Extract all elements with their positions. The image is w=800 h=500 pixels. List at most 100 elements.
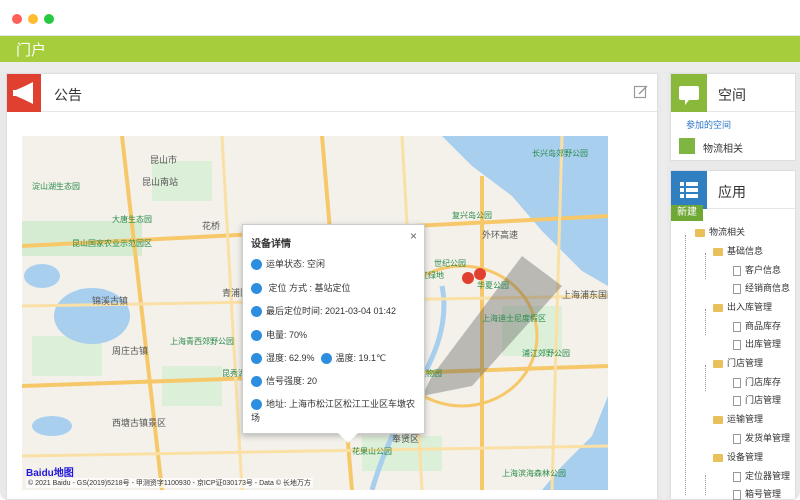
signal-text: 信号强度: 20 (266, 376, 318, 386)
space-item-logistics[interactable]: 物流相关 (679, 136, 791, 156)
new-button[interactable]: 新建 (671, 205, 703, 221)
svg-text:昆山市: 昆山市 (150, 154, 177, 165)
humidity-text: 湿度: 62.9% (266, 353, 315, 363)
tree-node-product-stock[interactable]: 商品库存 (733, 317, 781, 335)
last-time-text: 最后定位时间: 2021-03-04 01:42 (266, 306, 397, 316)
tree-node-store-mgmt[interactable]: 门店管理 (713, 354, 763, 372)
location-mode-text: 定位 方式 : 基站定位 (266, 283, 351, 293)
tree-node-shipment-mgmt[interactable]: 发货单管理 (733, 429, 790, 447)
tree-line-root (685, 235, 686, 495)
tree-node-label: 门店管理 (727, 358, 764, 368)
space-header: 空间 (671, 74, 795, 112)
portal-header: 门户 (0, 36, 800, 62)
tree-node-customer-info[interactable]: 客户信息 (733, 261, 781, 279)
device-detail-popup: 设备详情 × 运单状态: 空闲 定位 方式 : 基站定位 最后定位时间: 202… (242, 224, 425, 443)
tree-node-basic-info[interactable]: 基础信息 (713, 242, 763, 260)
tree-node-label: 出库管理 (745, 339, 782, 349)
tree-node-inout-mgmt[interactable]: 出入库管理 (713, 298, 772, 316)
tree-node-label: 设备管理 (727, 452, 764, 462)
file-icon (733, 471, 741, 482)
window-titlebar (0, 0, 800, 36)
tree-node-label: 箱号管理 (745, 489, 782, 499)
space-thumbnail (679, 138, 695, 154)
popup-row-signal: 信号强度: 20 (251, 374, 318, 388)
announcement-header: 公告 (7, 74, 657, 112)
baidu-logo: Baidu地图 (26, 464, 74, 479)
portal-title: 门户 (16, 42, 47, 59)
status-text: 运单状态: 空闲 (266, 259, 326, 269)
tree-node-logistics[interactable]: 物流相关 (695, 223, 745, 241)
tree-node-box-mgmt[interactable]: 箱号管理 (733, 485, 781, 500)
tree-node-locator-mgmt[interactable]: 定位器管理 (733, 467, 790, 485)
file-icon (733, 489, 741, 500)
file-icon (733, 339, 741, 350)
tree-node-label: 门店管理 (745, 395, 782, 405)
battery-text: 电量: 70% (266, 330, 308, 340)
address-text-cont: 场 (251, 413, 261, 423)
battery-icon (251, 330, 262, 342)
space-item-label: 物流相关 (703, 144, 743, 155)
file-icon (733, 395, 741, 406)
svg-text:上海滨海森林公园: 上海滨海森林公园 (502, 468, 566, 478)
list-icon (671, 171, 707, 209)
tree-node-store-stock[interactable]: 门店库存 (733, 373, 781, 391)
map-copyright: © 2021 Baidu - GS(2019)5218号 - 甲测资字11009… (26, 478, 313, 488)
tree-node-dealer-info[interactable]: 经销商信息 (733, 279, 790, 297)
tree-line-1 (705, 253, 706, 279)
file-icon (733, 433, 741, 444)
svg-text:华夏公园: 华夏公园 (477, 280, 509, 290)
popup-row-address-cont: 场 (251, 411, 260, 424)
svg-text:奉贤区: 奉贤区 (392, 433, 419, 444)
svg-text:周庄古镇: 周庄古镇 (112, 345, 148, 356)
tree-node-outbound-mgmt[interactable]: 出库管理 (733, 335, 781, 353)
popup-tail (338, 433, 358, 443)
close-window-button[interactable] (12, 14, 22, 24)
popup-row-location-mode: 定位 方式 : 基站定位 (251, 281, 351, 295)
folder-icon (713, 303, 723, 312)
temperature-icon (320, 353, 332, 365)
tree-node-label: 出入库管理 (727, 302, 773, 312)
tree-node-label: 发货单管理 (745, 433, 791, 443)
address-icon (251, 399, 262, 411)
popup-row-address: 地址: 上海市松江区松江工业区车墩农 (251, 397, 415, 411)
app-title: 应用 (718, 184, 746, 200)
folder-icon (695, 228, 705, 237)
tree-node-label: 门店库存 (745, 377, 782, 387)
svg-text:外环高速: 外环高速 (482, 229, 518, 240)
svg-text:大唐生态园: 大唐生态园 (112, 214, 152, 224)
svg-text:西塘古镇景区: 西塘古镇景区 (112, 417, 166, 428)
svg-text:世纪公园: 世纪公园 (434, 258, 466, 268)
main-scrollbar[interactable] (661, 73, 667, 500)
announcement-title: 公告 (54, 87, 82, 103)
app-header: 应用 (671, 171, 795, 209)
folder-icon (713, 247, 723, 256)
svg-text:上海青西郊野公园: 上海青西郊野公园 (170, 336, 234, 346)
file-icon (733, 265, 741, 276)
file-icon (733, 377, 741, 388)
svg-text:昆山南站: 昆山南站 (142, 176, 178, 187)
svg-text:花果山公园: 花果山公园 (352, 446, 392, 456)
temperature-text: 温度: 19.1℃ (335, 353, 387, 363)
close-icon[interactable]: × (410, 229, 417, 243)
svg-text:浦江郊野公园: 浦江郊野公园 (522, 348, 570, 358)
svg-text:上海浦东国际机场: 上海浦东国际机场 (562, 289, 608, 300)
signal-icon (251, 376, 262, 388)
clock-icon (251, 306, 262, 318)
space-title: 空间 (718, 87, 746, 103)
minimize-window-button[interactable] (28, 14, 38, 24)
humidity-icon (251, 353, 262, 365)
tree-node-device-mgmt[interactable]: 设备管理 (713, 448, 763, 466)
tree-node-label: 物流相关 (709, 227, 746, 237)
popup-title: 设备详情 (251, 239, 291, 250)
svg-text:锦溪古镇: 锦溪古镇 (92, 295, 128, 306)
announcement-panel: 公告 昆山市 昆山南站 花桥 大唐生态园 淀山湖生态园 昆山国家农业示范园区 锦… (6, 73, 658, 500)
tree-node-store-admin[interactable]: 门店管理 (733, 391, 781, 409)
tree-node-label: 定位器管理 (745, 471, 791, 481)
joined-space-link[interactable]: 参加的空间 (686, 118, 731, 131)
folder-icon (713, 359, 723, 368)
tree-node-transport-mgmt[interactable]: 运输管理 (713, 410, 763, 428)
edit-icon[interactable] (633, 84, 649, 100)
space-panel: 空间 参加的空间 物流相关 (670, 73, 796, 161)
svg-text:复兴岛公园: 复兴岛公园 (452, 210, 492, 220)
maximize-window-button[interactable] (44, 14, 54, 24)
